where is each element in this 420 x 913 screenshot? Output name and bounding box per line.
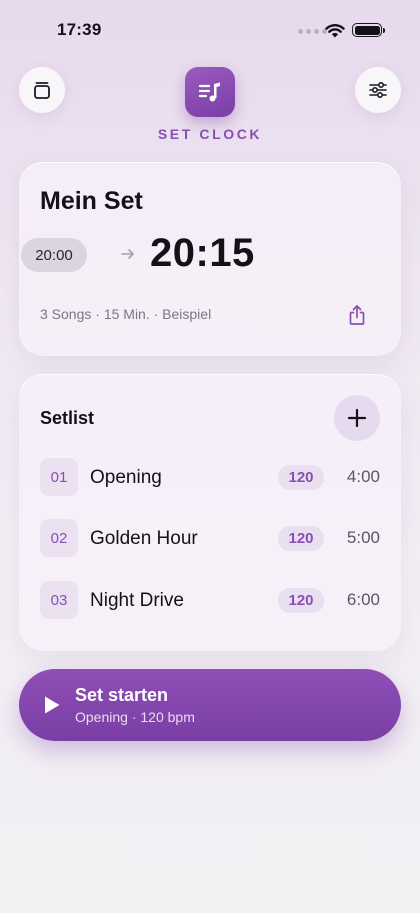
plus-icon: [347, 408, 367, 428]
set-name: Mein Set: [40, 187, 143, 215]
library-button[interactable]: [19, 67, 65, 113]
start-set-subtitle: Opening · 120 bpm: [75, 709, 195, 725]
start-set-label: Set starten: [75, 685, 169, 705]
music-list-icon: [198, 82, 220, 102]
song-number: 02: [40, 519, 78, 557]
song-number: 01: [40, 458, 78, 496]
app-logo: [185, 67, 235, 117]
battery-icon: [352, 23, 382, 37]
signal-dots-icon: [298, 29, 327, 34]
setlist-title: Setlist: [40, 408, 95, 428]
song-duration: 6:00: [346, 590, 380, 609]
song-bpm-badge: 120: [278, 588, 324, 613]
song-row[interactable]: 02 Golden Hour 120 5:00: [40, 519, 380, 557]
song-title: Night Drive: [90, 590, 184, 611]
song-title: Opening: [90, 467, 162, 488]
arrow-right-icon: [121, 249, 134, 259]
set-meta: 3 Songs · 15 Min. · Beispiel: [40, 306, 212, 322]
song-title: Golden Hour: [90, 528, 198, 549]
sliders-icon: [369, 81, 387, 99]
start-time-pill[interactable]: 20:00: [21, 238, 87, 272]
app-title: SET CLOCK: [157, 126, 263, 142]
status-bar: 17:39: [0, 0, 420, 60]
end-time: 20:15: [150, 231, 255, 275]
song-duration: 4:00: [346, 467, 380, 486]
song-row[interactable]: 01 Opening 120 4:00: [40, 458, 380, 496]
start-set-button[interactable]: Set starten Opening · 120 bpm: [19, 669, 401, 741]
song-row[interactable]: 03 Night Drive 120 6:00: [40, 581, 380, 619]
status-time: 17:39: [57, 20, 102, 39]
share-icon[interactable]: [347, 304, 367, 326]
stack-icon: [34, 82, 50, 99]
settings-button[interactable]: [355, 67, 401, 113]
song-duration: 5:00: [346, 528, 380, 547]
play-icon: [45, 696, 60, 714]
song-bpm-badge: 120: [278, 526, 324, 551]
wifi-icon: [325, 24, 345, 38]
add-song-button[interactable]: [334, 395, 380, 441]
song-bpm-badge: 120: [278, 465, 324, 490]
song-number: 03: [40, 581, 78, 619]
